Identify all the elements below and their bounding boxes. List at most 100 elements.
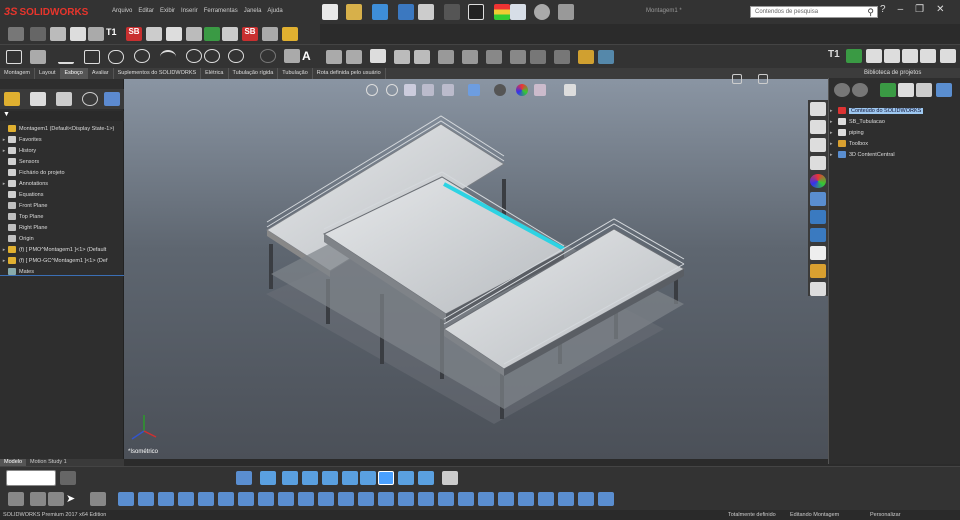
home-tab-icon[interactable] bbox=[810, 102, 826, 116]
filter-b-icon[interactable] bbox=[30, 492, 46, 506]
route-tool-t-icon[interactable] bbox=[498, 492, 514, 506]
library-item[interactable]: ▸ Conteúdo do SOLIDWORKS bbox=[830, 105, 924, 116]
sb-alt-button[interactable]: SB bbox=[242, 27, 258, 41]
route-tool-c-icon[interactable] bbox=[158, 492, 174, 506]
doc-e-icon[interactable] bbox=[940, 49, 956, 63]
tab-rota-definida-pelo-usu-rio[interactable]: Rota definida pelo usuário bbox=[313, 68, 386, 79]
library-item[interactable]: ▸ 3D ContentCentral bbox=[830, 149, 895, 160]
tree-item[interactable]: ▸ History bbox=[0, 145, 36, 156]
relations-icon[interactable] bbox=[462, 50, 478, 64]
tab-esbo-o[interactable]: Esboço bbox=[60, 68, 88, 79]
macro-icon[interactable] bbox=[70, 27, 86, 41]
menu-item[interactable]: Inserir bbox=[181, 8, 198, 14]
polygon-icon[interactable] bbox=[186, 49, 202, 63]
route-tool-y-icon[interactable] bbox=[598, 492, 614, 506]
file-properties-icon[interactable] bbox=[510, 4, 526, 20]
save-icon[interactable] bbox=[372, 4, 388, 20]
customize-button[interactable]: Personalizar bbox=[870, 512, 901, 518]
tree-item[interactable]: ▸ (f) [ PMO-GC^Montagem1 ]<1> (Def bbox=[0, 255, 107, 266]
offset-icon[interactable] bbox=[370, 49, 386, 63]
tab-montagem[interactable]: Montagem bbox=[0, 68, 35, 79]
route-tool-w-icon[interactable] bbox=[558, 492, 574, 506]
flag-icon[interactable] bbox=[146, 27, 162, 41]
view-isometric-icon[interactable] bbox=[378, 471, 394, 485]
library-item[interactable]: ▸ piping bbox=[830, 127, 864, 138]
view-dimetric-icon[interactable] bbox=[418, 471, 434, 485]
menu-item[interactable]: Arquivo bbox=[112, 8, 132, 14]
tree-item[interactable]: Origin bbox=[0, 233, 34, 244]
tree-item[interactable]: ▸ (f) [ PMO^Montagem1 ]<1> (Default bbox=[0, 244, 106, 255]
menu-item[interactable]: Janela bbox=[244, 8, 262, 14]
filter-c-icon[interactable] bbox=[48, 492, 64, 506]
create-folder-icon[interactable] bbox=[916, 83, 932, 97]
refresh-icon[interactable] bbox=[936, 83, 952, 97]
tree-item[interactable]: Fichário do projeto bbox=[0, 167, 65, 178]
route-tool-p-icon[interactable] bbox=[418, 492, 434, 506]
help-button[interactable]: ? bbox=[880, 4, 886, 15]
rollback-bar[interactable] bbox=[0, 275, 124, 276]
expand-arrow-icon[interactable]: ▸ bbox=[830, 141, 838, 147]
doc-c-icon[interactable] bbox=[902, 49, 918, 63]
view-left-icon[interactable] bbox=[302, 471, 318, 485]
view-bottom-icon[interactable] bbox=[360, 471, 376, 485]
design-library-tab-icon[interactable] bbox=[810, 138, 826, 152]
expand-arrow-icon[interactable]: ▸ bbox=[830, 119, 838, 125]
text-a-icon[interactable]: A bbox=[302, 49, 318, 63]
filter-icon[interactable]: ▼ bbox=[0, 111, 124, 121]
route-tool-d-icon[interactable] bbox=[178, 492, 194, 506]
appearances-tab-icon[interactable] bbox=[810, 174, 826, 188]
rebuild-traffic-light-icon[interactable] bbox=[494, 4, 510, 20]
isometric-structure-model[interactable] bbox=[124, 79, 828, 459]
settings-icon[interactable] bbox=[88, 27, 104, 41]
close-button[interactable]: ✕ bbox=[936, 4, 944, 15]
tree-item[interactable]: Equations bbox=[0, 189, 43, 200]
tab-tubula-o-r-gida[interactable]: Tubulação rígida bbox=[229, 68, 279, 79]
profile-icon[interactable] bbox=[166, 27, 182, 41]
expand-arrow-icon[interactable]: ▸ bbox=[0, 181, 8, 187]
trim-icon[interactable] bbox=[346, 50, 362, 64]
app-logo[interactable]: 3S SOLIDWORKS bbox=[4, 4, 88, 20]
excel-export-icon[interactable] bbox=[846, 49, 862, 63]
part-icon[interactable] bbox=[222, 27, 238, 41]
tab-suplementos-do-solidworks[interactable]: Suplementos do SOLIDWORKS bbox=[114, 68, 202, 79]
search-input[interactable]: Contendos de pesquisa ⚲ bbox=[750, 6, 878, 18]
library-item[interactable]: ▸ Toolbox bbox=[830, 138, 868, 149]
route-tool-h-icon[interactable] bbox=[258, 492, 274, 506]
smart-dimension-icon[interactable] bbox=[30, 50, 46, 64]
route-tool-f-icon[interactable] bbox=[218, 492, 234, 506]
route-tool-b-icon[interactable] bbox=[138, 492, 154, 506]
view-right-icon[interactable] bbox=[322, 471, 338, 485]
ellipse-icon[interactable] bbox=[204, 49, 220, 63]
back-icon[interactable] bbox=[834, 83, 850, 97]
select-cursor-icon[interactable] bbox=[468, 4, 484, 20]
excel-icon[interactable] bbox=[204, 27, 220, 41]
expand-arrow-icon[interactable]: ▸ bbox=[830, 108, 838, 114]
tree-item[interactable]: Right Plane bbox=[0, 222, 47, 233]
route-tool-a-icon[interactable] bbox=[118, 492, 134, 506]
electrical-tab-icon[interactable] bbox=[810, 246, 826, 260]
tab-el-trica[interactable]: Elétrica bbox=[201, 68, 229, 79]
sketch-display-icon[interactable] bbox=[598, 50, 614, 64]
stop-icon[interactable] bbox=[30, 27, 46, 41]
dropdown-arrow-icon[interactable] bbox=[60, 471, 76, 485]
route-tool-r-icon[interactable] bbox=[458, 492, 474, 506]
quick-snaps-icon[interactable] bbox=[510, 50, 526, 64]
arc-icon[interactable] bbox=[160, 50, 176, 64]
new-document-icon[interactable] bbox=[322, 4, 338, 20]
route-tool-i-icon[interactable] bbox=[278, 492, 294, 506]
tree-item[interactable]: ▸ Annotations bbox=[0, 178, 48, 189]
record-icon[interactable] bbox=[50, 27, 66, 41]
move-entities-icon[interactable] bbox=[438, 50, 454, 64]
text-t1-icon[interactable]: T1 bbox=[828, 49, 844, 63]
route-tool-o-icon[interactable] bbox=[398, 492, 414, 506]
minimize-button[interactable]: – bbox=[898, 4, 904, 15]
circle-icon[interactable] bbox=[134, 49, 150, 63]
shaded-sketch-icon[interactable] bbox=[578, 50, 594, 64]
tree-item[interactable]: Sensors bbox=[0, 156, 39, 167]
custom-properties-tab-icon[interactable] bbox=[810, 192, 826, 206]
pin-tab-icon[interactable] bbox=[810, 282, 826, 296]
expand-arrow-icon[interactable]: ▸ bbox=[0, 137, 8, 143]
route-tool-m-icon[interactable] bbox=[358, 492, 374, 506]
forward-icon[interactable] bbox=[852, 83, 868, 97]
sketch-icon[interactable] bbox=[6, 50, 22, 64]
